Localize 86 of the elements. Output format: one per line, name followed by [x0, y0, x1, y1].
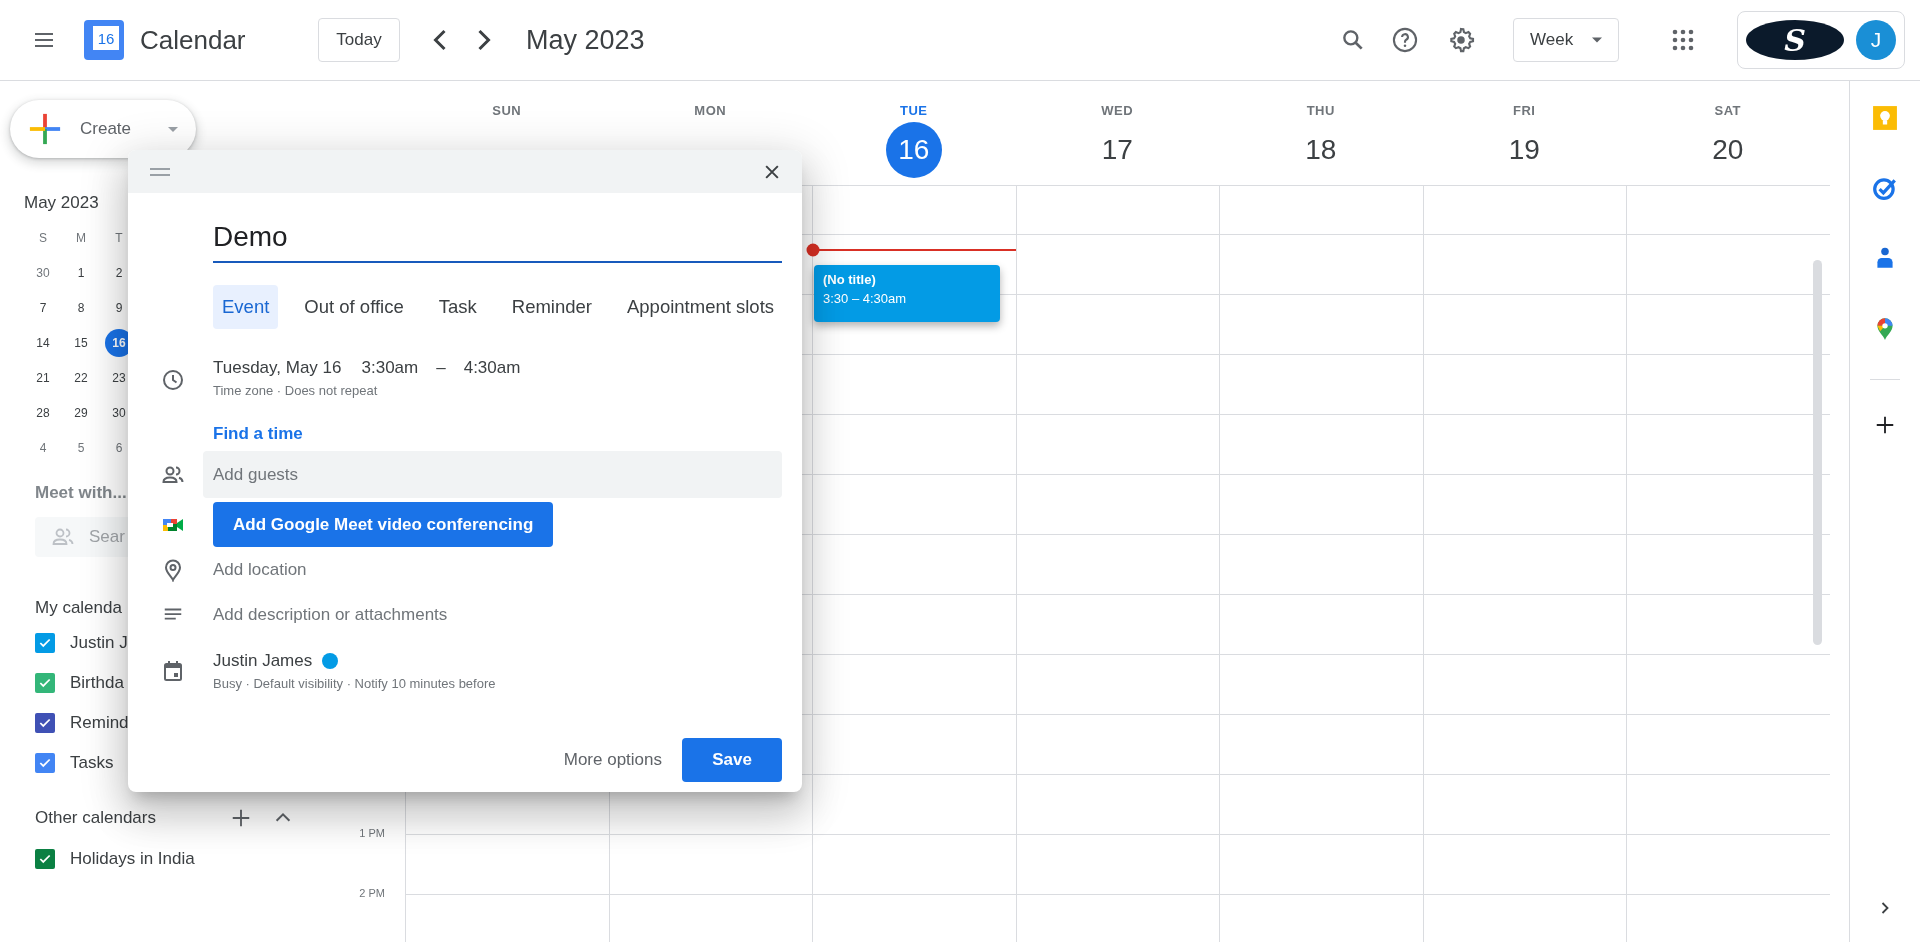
checkbox[interactable]	[35, 753, 55, 773]
weekday-label: M	[76, 230, 86, 245]
event-title-field[interactable]: Demo	[213, 215, 782, 263]
weekday-label: THU	[1306, 103, 1335, 118]
period-title: May 2023	[526, 24, 645, 56]
today-button[interactable]: Today	[318, 18, 400, 62]
mini-calendar-day[interactable]: 7	[29, 293, 57, 322]
check-icon	[38, 852, 52, 866]
create-button[interactable]: Create	[10, 100, 196, 158]
event-type-tab[interactable]: Task	[429, 285, 486, 329]
save-button[interactable]: Save	[682, 738, 782, 782]
weekday-label: WED	[1101, 103, 1134, 118]
tasks-icon[interactable]	[1872, 175, 1898, 201]
check-icon	[38, 756, 52, 770]
day-number[interactable]: 20	[1699, 122, 1756, 178]
checkbox[interactable]	[35, 673, 55, 693]
calendar-name[interactable]: Justin James	[213, 651, 313, 671]
check-icon	[38, 636, 52, 650]
event-time: 3:30 – 4:30am	[823, 290, 908, 308]
checkbox[interactable]	[35, 849, 55, 869]
weekday-label: MON	[694, 103, 727, 118]
calendar-name: Remind	[70, 713, 129, 733]
calendar-name: Tasks	[70, 753, 114, 773]
day-number[interactable]: 16	[885, 122, 942, 178]
event-type-tab[interactable]: Out of office	[295, 285, 413, 329]
caret-icon	[168, 126, 178, 132]
time-label: 1 PM	[359, 827, 385, 841]
mini-calendar-day[interactable]: 14	[29, 328, 57, 357]
day-number[interactable]: 17	[1089, 122, 1146, 178]
mini-calendar-title: May 2023	[24, 192, 100, 214]
guests-field[interactable]: Add guests	[203, 451, 782, 498]
checkbox[interactable]	[35, 713, 55, 733]
section-heading: Other calendars	[35, 808, 157, 828]
mini-calendar-day[interactable]: 1	[67, 258, 95, 287]
event-title: (No title)	[823, 271, 877, 289]
checkbox[interactable]	[35, 633, 55, 653]
calendar-details[interactable]: Busy · Default visibility · Notify 10 minutes before	[213, 676, 496, 691]
calendar-name: Holidays in India	[70, 849, 195, 869]
event-type-tab[interactable]: Reminder	[502, 285, 601, 329]
scrollbar[interactable]	[1813, 260, 1822, 645]
weekday-label: T	[115, 230, 123, 245]
day-number[interactable]: 19	[1496, 122, 1553, 178]
start-time[interactable]: 3:30am	[361, 358, 419, 378]
check-icon	[38, 676, 52, 690]
event-type-tab[interactable]: Event	[213, 285, 279, 329]
mini-calendar-day[interactable]: 21	[29, 363, 57, 392]
time-separator: –	[436, 358, 446, 378]
add-icon[interactable]	[230, 807, 252, 829]
mini-calendar-day[interactable]: 28	[29, 398, 57, 427]
location-field[interactable]: Add location	[213, 559, 713, 580]
mini-calendar-day[interactable]: 15	[67, 328, 95, 357]
description-field[interactable]: Add description or attachments	[213, 604, 713, 625]
time-label: 2 PM	[359, 887, 385, 901]
check-icon	[38, 716, 52, 730]
organization-logo: S	[1746, 20, 1844, 60]
account-avatar[interactable]: J	[1856, 20, 1896, 60]
mini-calendar-day[interactable]: 4	[29, 433, 57, 462]
end-time[interactable]: 4:30am	[463, 358, 521, 378]
add-icon[interactable]	[1874, 414, 1896, 436]
plus-icon	[28, 112, 62, 146]
day-number[interactable]: 18	[1292, 122, 1349, 178]
weekday-label: SUN	[492, 103, 522, 118]
section-heading: Meet with...	[35, 483, 127, 503]
caret-icon	[1592, 37, 1602, 43]
weekday-label: TUE	[900, 103, 928, 118]
mini-calendar-day[interactable]: 22	[67, 363, 95, 392]
app-name: Calendar	[140, 24, 247, 56]
find-time-link[interactable]: Find a time	[213, 424, 303, 444]
calendar-name: Birthda	[70, 673, 124, 693]
view-dropdown[interactable]: Week	[1513, 18, 1619, 62]
logo-day: 16	[93, 26, 119, 50]
event-type-tab[interactable]: Appointment slots	[618, 285, 784, 329]
drag-handle-icon[interactable]	[150, 167, 170, 176]
weekday-label: FRI	[1513, 103, 1536, 118]
mini-calendar-day[interactable]: 5	[67, 433, 95, 462]
clock-icon	[160, 368, 185, 392]
mini-calendar-day[interactable]: 8	[67, 293, 95, 322]
mini-calendar-day[interactable]: 30	[29, 258, 57, 287]
weekday-label: S	[39, 230, 47, 245]
add-video-conferencing-button[interactable]: Add Google Meet video conferencing	[213, 502, 554, 547]
calendar-name: Justin J	[70, 633, 128, 653]
recurrence-info[interactable]: Time zone · Does not repeat	[213, 383, 521, 398]
mini-calendar-day[interactable]: 29	[67, 398, 95, 427]
event-date[interactable]: Tuesday, May 16	[213, 358, 342, 378]
weekday-label: SAT	[1714, 103, 1741, 118]
more-options-button[interactable]: More options	[559, 738, 666, 782]
